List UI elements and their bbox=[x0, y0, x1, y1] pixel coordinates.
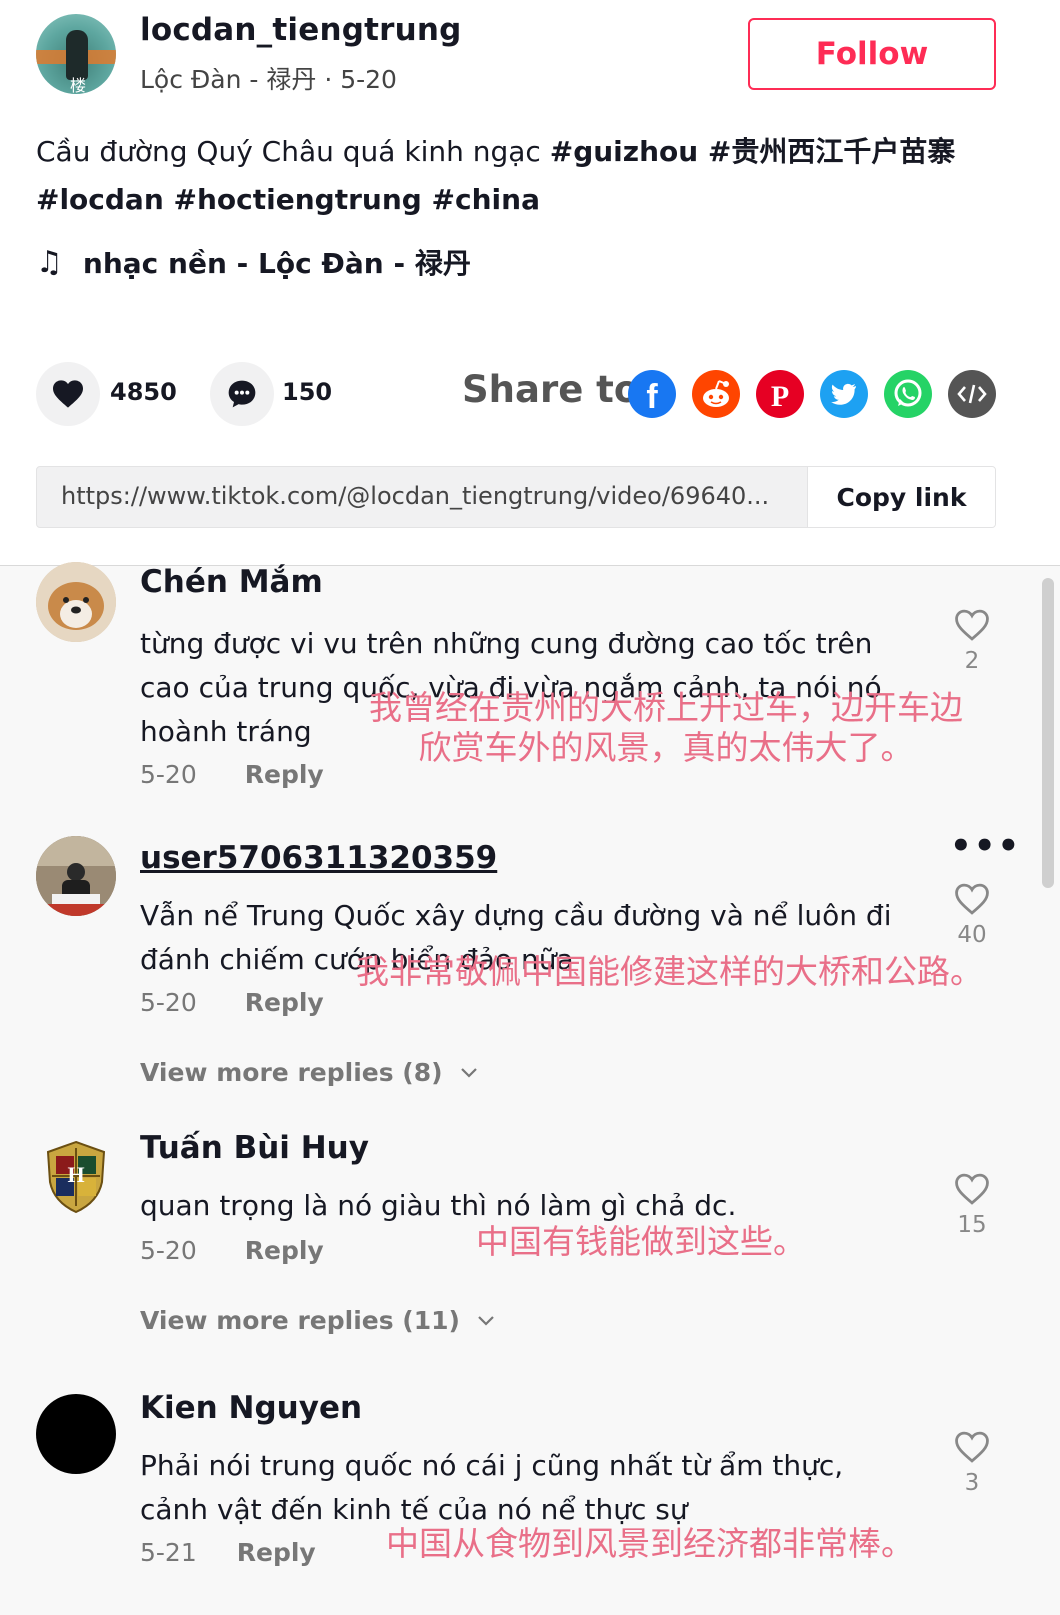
comment-like[interactable]: 15 bbox=[950, 1172, 994, 1238]
comment-like-count: 2 bbox=[964, 648, 980, 674]
view-more-replies-label: View more replies (8) bbox=[140, 1058, 443, 1087]
author-name[interactable]: locdan_tiengtrung bbox=[140, 12, 462, 48]
reply-button[interactable]: Reply bbox=[245, 1236, 324, 1265]
avatar[interactable] bbox=[36, 562, 116, 642]
whatsapp-icon[interactable] bbox=[884, 370, 932, 418]
translation-annotation: 中国有钱能做到这些。 bbox=[476, 1222, 806, 1261]
comment-button[interactable] bbox=[210, 362, 274, 426]
view-more-replies-label: View more replies (11) bbox=[140, 1306, 460, 1335]
reply-button[interactable]: Reply bbox=[245, 760, 324, 789]
heart-outline-icon bbox=[955, 1431, 989, 1463]
translation-annotation: 我非常敬佩中国能修建这样的大桥和公路。 bbox=[356, 952, 983, 991]
translation-annotation: 中国从食物到风景到经济都非常棒。 bbox=[386, 1524, 914, 1563]
crest-icon: H bbox=[46, 1140, 106, 1214]
svg-text:P: P bbox=[771, 380, 789, 413]
translation-line: 我曾经在贵州的大桥上开过车，边开车边 bbox=[369, 688, 963, 727]
chevron-down-icon bbox=[460, 1067, 477, 1078]
comment-text: Phải nói trung quốc nó cái j cũng nhất t… bbox=[140, 1449, 844, 1526]
share-url-field[interactable]: https://www.tiktok.com/@locdan_tiengtrun… bbox=[61, 482, 821, 510]
reddit-icon[interactable] bbox=[692, 370, 740, 418]
heart-outline-icon bbox=[955, 1173, 989, 1205]
music-label: nhạc nền - Lộc Đàn - 禄丹 bbox=[82, 247, 471, 280]
comment-meta: 5-20 Reply bbox=[140, 988, 324, 1017]
comment-like-count: 15 bbox=[957, 1212, 987, 1238]
comment-date: 5-21 bbox=[140, 1538, 197, 1567]
reply-button[interactable]: Reply bbox=[237, 1538, 316, 1567]
reply-button[interactable]: Reply bbox=[245, 988, 324, 1017]
author-avatar[interactable]: 楼 bbox=[36, 14, 116, 94]
music-link[interactable]: ♫ nhạc nền - Lộc Đàn - 禄丹 bbox=[36, 242, 471, 282]
comment-date: 5-20 bbox=[140, 760, 197, 789]
comment-like-count: 40 bbox=[957, 922, 987, 948]
facebook-icon[interactable]: f bbox=[628, 370, 676, 418]
heart-outline-icon bbox=[955, 609, 989, 641]
music-note-icon: ♫ bbox=[36, 244, 63, 280]
pinterest-icon[interactable]: P bbox=[756, 370, 804, 418]
caption-hashtags[interactable]: #guizhou #贵州西江千户苗寨 bbox=[550, 135, 956, 168]
like-button[interactable] bbox=[36, 362, 100, 426]
comment-date: 5-20 bbox=[140, 988, 197, 1017]
more-options-icon[interactable]: ••• bbox=[950, 826, 1021, 866]
svg-text:H: H bbox=[67, 1162, 84, 1187]
caption-hashtags[interactable]: #locdan #hoctiengtrung #china bbox=[36, 183, 540, 216]
avatar-mark: 楼 bbox=[70, 76, 87, 94]
heart-outline-icon bbox=[955, 883, 989, 915]
share-label: Share to bbox=[462, 368, 640, 411]
comment-meta: 5-21 Reply bbox=[140, 1538, 316, 1567]
post-header: 楼 locdan_tiengtrung Lộc Đàn - 禄丹 · 5-20 … bbox=[0, 0, 1060, 565]
comment-like[interactable]: 40 bbox=[950, 882, 994, 948]
avatar[interactable]: H bbox=[36, 1136, 116, 1216]
comment-count: 150 bbox=[282, 378, 333, 406]
comment-icon bbox=[228, 380, 256, 408]
embed-icon[interactable] bbox=[948, 370, 996, 418]
comment-author[interactable]: Kien Nguyen bbox=[140, 1390, 362, 1426]
comment-like[interactable]: 2 bbox=[950, 608, 994, 674]
translation-line: 欣赏车外的风景，真的太伟大了。 bbox=[418, 728, 914, 767]
follow-button[interactable]: Follow bbox=[748, 18, 996, 90]
comment-meta: 5-20 Reply bbox=[140, 760, 324, 789]
chevron-down-icon bbox=[478, 1315, 494, 1326]
avatar[interactable] bbox=[36, 1394, 116, 1474]
comment-like[interactable]: 3 bbox=[950, 1430, 994, 1496]
view-more-replies-button[interactable]: View more replies (8) bbox=[140, 1058, 479, 1087]
comment-author[interactable]: Tuấn Bùi Huy bbox=[140, 1130, 369, 1166]
comment-date: 5-20 bbox=[140, 1236, 197, 1265]
heart-icon bbox=[53, 380, 83, 408]
comments-section: Chén Mắm từng được vi vu trên những cung… bbox=[0, 562, 1060, 1615]
translation-annotation: 我曾经在贵州的大桥上开过车，边开车边 欣赏车外的风景，真的太伟大了。 bbox=[346, 688, 986, 768]
caption-text: Cầu đường Quý Châu quá kinh ngạc bbox=[36, 135, 550, 168]
comment-author[interactable]: Chén Mắm bbox=[140, 564, 323, 600]
scrollbar[interactable] bbox=[1042, 578, 1054, 888]
comment-like-count: 3 bbox=[964, 1470, 980, 1496]
avatar[interactable] bbox=[36, 836, 116, 916]
view-more-replies-button[interactable]: View more replies (11) bbox=[140, 1306, 496, 1335]
comment-author[interactable]: user5706311320359 bbox=[140, 840, 497, 876]
twitter-icon[interactable] bbox=[820, 370, 868, 418]
copy-link-button[interactable]: Copy link bbox=[807, 467, 995, 527]
author-subtitle: Lộc Đàn - 禄丹 · 5-20 bbox=[140, 65, 397, 94]
svg-text:f: f bbox=[646, 378, 658, 416]
action-row: 4850 150 Share to f P bbox=[36, 362, 996, 426]
comment-meta: 5-20 Reply bbox=[140, 1236, 324, 1265]
share-link-box: https://www.tiktok.com/@locdan_tiengtrun… bbox=[36, 466, 996, 528]
post-caption: Cầu đường Quý Châu quá kinh ngạc #guizho… bbox=[36, 128, 1026, 224]
like-count: 4850 bbox=[110, 378, 177, 406]
